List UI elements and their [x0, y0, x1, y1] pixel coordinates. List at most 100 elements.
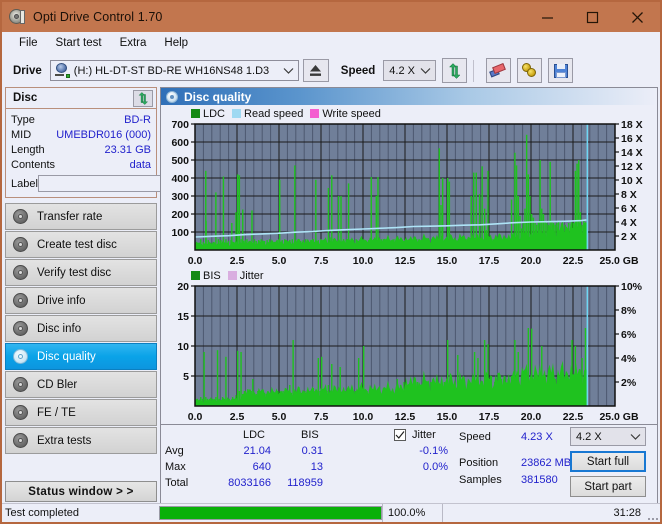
svg-text:700: 700 — [171, 120, 189, 131]
stats-total-bis: 118959 — [287, 477, 323, 489]
stats-avg-ldc: 21.04 — [243, 445, 271, 457]
speed-select[interactable]: 4.2 X — [383, 60, 437, 81]
stats-max-ldc: 640 — [252, 461, 271, 473]
scan-speed-select[interactable]: 4.2 X — [570, 427, 646, 446]
progress-bar-fill — [160, 507, 381, 519]
erase-button[interactable] — [486, 58, 512, 83]
svg-text:17.5: 17.5 — [479, 411, 500, 423]
charts-container: LDC Read speed Write speed 100 200 300 400 5… — [161, 105, 657, 424]
svg-text:100: 100 — [171, 227, 189, 239]
menu-item-file[interactable]: File — [10, 35, 47, 51]
disc-row-length-key: Length — [11, 143, 45, 156]
chart-bis-svg: 5 10 15 20 2% 4% 6% 8% 10% 0.0 2.5 5.0 7.5 10.0 12.5 15… — [177, 282, 643, 423]
sidebar-item-verify-test-disc[interactable]: Verify test disc — [5, 259, 157, 286]
position-value: 23862 MB — [521, 457, 572, 469]
menu-item-extra[interactable]: Extra — [111, 35, 156, 51]
svg-text:10: 10 — [177, 341, 189, 353]
svg-text:20.0: 20.0 — [521, 255, 542, 267]
chart-ldc-svg: 100 200 300 400 500 600 700 2 X 4 X 6 X 8 X 10 X 12 … — [171, 120, 643, 267]
legend-item-bis: BIS — [191, 270, 221, 282]
jitter-label: Jitter — [412, 429, 436, 441]
svg-text:20: 20 — [177, 282, 189, 293]
jitter-max-value: 0.0% — [422, 461, 448, 473]
app-icon — [9, 8, 27, 26]
start-full-button[interactable]: Start full — [570, 451, 646, 472]
minimize-icon[interactable] — [525, 2, 570, 32]
main-body: Disc Type BD-R MID UMEBDR016 (000) Lengt… — [2, 87, 660, 522]
sidebar-item-label: Disc quality — [37, 350, 96, 363]
disc-refresh-button[interactable] — [133, 89, 153, 107]
status-window-button[interactable]: Status window > > — [5, 481, 157, 502]
chart-bis-legend: BIS Jitter — [165, 269, 653, 282]
refresh-button[interactable] — [442, 58, 468, 83]
svg-text:2.5: 2.5 — [230, 255, 245, 267]
sidebar-item-create-test-disc[interactable]: Create test disc — [5, 231, 157, 258]
sidebar-item-transfer-rate[interactable]: Transfer rate — [5, 203, 157, 230]
svg-text:6 X: 6 X — [621, 203, 637, 215]
svg-text:10 X: 10 X — [621, 175, 643, 187]
disc-label-key: Label — [11, 177, 38, 190]
maximize-icon[interactable] — [570, 2, 615, 32]
elapsed-time: 31:28 — [442, 504, 646, 522]
progress-bar — [159, 506, 382, 520]
svg-text:2.5: 2.5 — [230, 411, 245, 423]
sidebar-nav: Transfer rate Create test disc Verify te… — [5, 203, 157, 455]
sidebar: Disc Type BD-R MID UMEBDR016 (000) Lengt… — [2, 87, 240, 522]
disc-icon — [13, 293, 28, 308]
jitter-checkbox[interactable] — [394, 429, 406, 441]
disc-icon — [13, 209, 28, 224]
chevron-down-icon — [283, 61, 294, 80]
svg-text:2%: 2% — [621, 377, 637, 389]
svg-text:200: 200 — [171, 209, 189, 221]
sidebar-item-cd-bler[interactable]: CD Bler — [5, 371, 157, 398]
close-icon[interactable] — [615, 2, 660, 32]
sidebar-item-drive-info[interactable]: Drive info — [5, 287, 157, 314]
disc-row-type-value: BD-R — [124, 113, 151, 126]
svg-text:14 X: 14 X — [621, 147, 643, 159]
drive-label: Drive — [13, 64, 42, 77]
menu-item-start-test[interactable]: Start test — [47, 35, 111, 51]
window-title: Opti Drive Control 1.70 — [33, 10, 163, 24]
resize-grip-icon[interactable] — [646, 504, 660, 522]
svg-text:22.5: 22.5 — [563, 411, 584, 423]
sidebar-item-disc-info[interactable]: Disc info — [5, 315, 157, 342]
sidebar-item-extra-tests[interactable]: Extra tests — [5, 427, 157, 454]
floppy-save-icon — [553, 63, 568, 78]
scan-button[interactable] — [517, 58, 543, 83]
sidebar-item-fe-te[interactable]: FE / TE — [5, 399, 157, 426]
legend-swatch-write-speed — [310, 109, 320, 118]
svg-text:10%: 10% — [621, 282, 643, 293]
menu-item-help[interactable]: Help — [155, 35, 197, 51]
legend-swatch-read-speed — [232, 109, 242, 118]
start-part-button[interactable]: Start part — [570, 476, 646, 497]
legend-label-jitter: Jitter — [239, 269, 264, 282]
disc-row-type: Type BD-R — [11, 112, 151, 127]
disc-icon — [13, 321, 28, 336]
disc-label-row: Label — [11, 174, 240, 193]
eject-button[interactable] — [302, 59, 329, 82]
svg-text:300: 300 — [171, 191, 189, 203]
stats-max-bis: 13 — [310, 461, 323, 473]
save-button[interactable] — [548, 58, 574, 83]
chart-ldc-legend: LDC Read speed Write speed — [165, 107, 653, 120]
disc-icon — [13, 237, 28, 252]
disc-row-type-key: Type — [11, 113, 35, 126]
legend-item-read-speed: Read speed — [232, 108, 303, 120]
menu-bar: File Start test Extra Help — [2, 32, 660, 54]
disc-row-mid: MID UMEBDR016 (000) — [11, 127, 151, 142]
sidebar-item-label: Extra tests — [37, 434, 92, 447]
svg-text:22.5: 22.5 — [563, 255, 584, 267]
scan-speed-value: 4.2 X — [576, 430, 602, 443]
samples-value: 381580 — [521, 474, 558, 486]
svg-text:0.0: 0.0 — [188, 255, 203, 267]
svg-text:15.0: 15.0 — [437, 255, 458, 267]
legend-swatch-jitter — [227, 271, 237, 280]
disc-row-mid-value: UMEBDR016 (000) — [56, 128, 151, 141]
svg-text:7.5: 7.5 — [314, 411, 329, 423]
svg-text:4 X: 4 X — [621, 217, 637, 229]
svg-text:7.5: 7.5 — [314, 255, 329, 267]
stats-row-avg-label: Avg — [165, 445, 184, 457]
sidebar-item-disc-quality[interactable]: Disc quality — [5, 343, 157, 370]
drive-select[interactable]: (H:) HL-DT-ST BD-RE WH16NS48 1.D3 — [49, 60, 299, 155]
legend-item-write-speed: Write speed — [310, 108, 381, 120]
